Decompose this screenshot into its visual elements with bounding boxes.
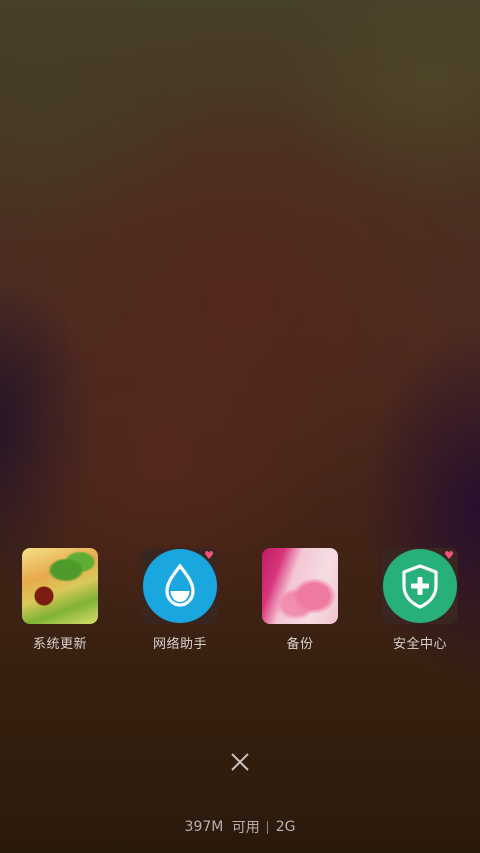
network-type: 2G <box>275 819 296 835</box>
app-card-backup[interactable]: 备份 <box>240 548 360 658</box>
backup-flower-thumbnail <box>262 548 338 624</box>
available-label: 可用 <box>231 820 260 836</box>
app-label: 备份 <box>286 637 314 652</box>
recent-apps-screen: 系统更新 ♥ 网络助手 备份 ♥ 安全中心 397M 可用 2G <box>0 0 480 853</box>
status-divider <box>267 820 269 834</box>
heart-badge-icon: ♥ <box>444 549 454 562</box>
close-all-button[interactable] <box>225 747 255 777</box>
system-update-thumbnail <box>22 548 98 624</box>
app-card-network-assistant[interactable]: ♥ 网络助手 <box>120 548 240 658</box>
app-card-system-update[interactable]: 系统更新 <box>0 548 120 658</box>
recent-apps-row: 系统更新 ♥ 网络助手 备份 ♥ 安全中心 <box>0 548 480 658</box>
app-label: 安全中心 <box>392 637 447 652</box>
network-assistant-thumbnail: ♥ <box>142 548 218 624</box>
close-icon <box>231 753 249 771</box>
app-label: 网络助手 <box>152 637 207 652</box>
app-card-security-center[interactable]: ♥ 安全中心 <box>360 548 480 658</box>
memory-status: 397M 可用 2G <box>0 817 480 837</box>
app-label: 系统更新 <box>32 637 87 652</box>
security-center-thumbnail: ♥ <box>382 548 458 624</box>
memory-value: 397M <box>184 819 224 835</box>
heart-badge-icon: ♥ <box>204 549 214 562</box>
